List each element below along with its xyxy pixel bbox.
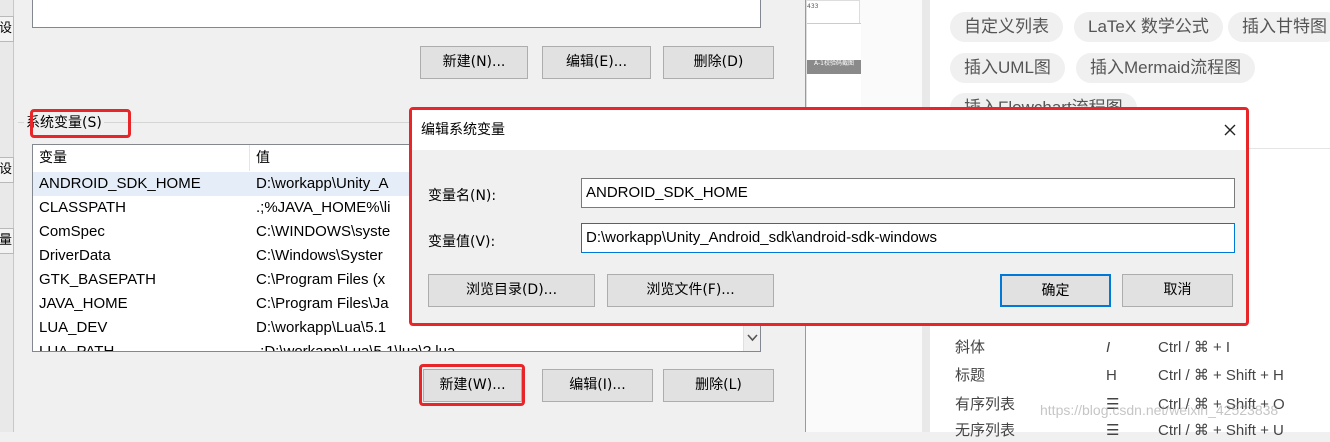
unordered-list-icon: ☰ [1106,422,1120,439]
variable-value: D:\workapp\Unity_A [256,175,389,192]
background-tab: 设 [0,16,14,42]
variable-value: C:\WINDOWS\syste [256,223,391,240]
shortcut-name: 有序列表 [955,396,1016,413]
thumbnail-body: A-1校验码截图 [807,23,861,111]
variable-name-label: 变量名(N): [428,188,497,204]
shortcut-keys: Ctrl / ⌘ + Shift + U [1158,422,1284,439]
thumbnail-image: 433 A-1校验码截图 [806,0,861,111]
ok-button[interactable]: 确定 [1000,274,1111,307]
user-new-button[interactable]: 新建(N)... [420,46,528,79]
variable-name-input[interactable]: ANDROID_SDK_HOME [581,178,1235,208]
variable-name: DriverData [39,247,111,264]
edit-system-variable-dialog: 编辑系统变量 变量名(N): ANDROID_SDK_HOME 变量值(V): … [409,107,1249,326]
variable-name: JAVA_HOME [39,295,128,312]
variable-value: D:\workapp\Lua\5.1 [256,319,387,336]
user-delete-button[interactable]: 删除(D) [663,46,774,79]
variable-value: C:\Program Files\Ja [256,295,389,312]
heading-icon: H [1106,367,1117,384]
variable-name: ComSpec [39,223,105,240]
dialog-titlebar: 编辑系统变量 [412,110,1246,150]
variable-name: LUA_DEV [39,319,108,336]
browse-file-button[interactable]: 浏览文件(F)... [607,274,774,307]
close-button[interactable] [1216,116,1244,144]
insert-chip[interactable]: 插入UML图 [950,53,1065,83]
shortcut-name: 斜体 [955,339,986,356]
shortcut-keys: Ctrl / ⌘ + I [1158,339,1231,356]
variable-name: ANDROID_SDK_HOME [39,175,201,192]
insert-chip[interactable]: 插入Mermaid流程图 [1076,53,1256,83]
variable-value-input[interactable]: D:\workapp\Unity_Android_sdk\android-sdk… [581,223,1235,253]
thumbnail-caption: A-1校验码截图 [807,60,861,74]
chevron-down-icon [747,334,758,342]
italic-icon: I [1106,339,1111,356]
system-edit-button[interactable]: 编辑(I)... [542,369,653,402]
scroll-down-button[interactable] [743,325,760,351]
background-tab: 量 [0,228,14,254]
variable-value: C:\Program Files (x [256,271,386,288]
background-tab: 设 [0,157,14,183]
variable-name: GTK_BASEPATH [39,271,156,288]
close-icon [1224,124,1236,136]
variable-value: .;D:\workapp\Lua\5.1\lua\?.lua [256,343,456,352]
highlight-box [30,109,131,138]
variable-value: .;%JAVA_HOME%\li [256,199,391,216]
background-window-edge: 设 设 量 [0,0,14,432]
system-delete-button[interactable]: 删除(L) [663,369,774,402]
insert-chip[interactable]: 自定义列表 [950,12,1063,42]
variable-name: LUA_PATH [39,343,115,352]
user-variables-list[interactable] [32,0,761,28]
insert-chip[interactable]: 插入甘特图 [1228,12,1330,42]
insert-chip[interactable]: LaTeX 数学公式 [1074,12,1223,42]
variable-value: C:\Windows\Syster [256,247,383,264]
watermark: https://blog.csdn.net/weixin_42523838 [1040,402,1279,418]
thumbnail-text: 433 [807,3,819,10]
shortcut-name: 无序列表 [955,422,1016,439]
shortcut-name: 标题 [955,367,986,384]
variable-value-label: 变量值(V): [428,234,496,250]
column-header-name[interactable]: 变量 [33,145,250,171]
user-edit-button[interactable]: 编辑(E)... [542,46,651,79]
cancel-button[interactable]: 取消 [1122,274,1233,307]
shortcut-keys: Ctrl / ⌘ + Shift + H [1158,367,1284,384]
browse-directory-button[interactable]: 浏览目录(D)... [428,274,595,307]
dialog-title: 编辑系统变量 [421,122,505,138]
table-row[interactable]: LUA_PATH .;D:\workapp\Lua\5.1\lua\?.lua [33,340,760,352]
highlight-box [419,364,525,406]
variable-name: CLASSPATH [39,199,126,216]
